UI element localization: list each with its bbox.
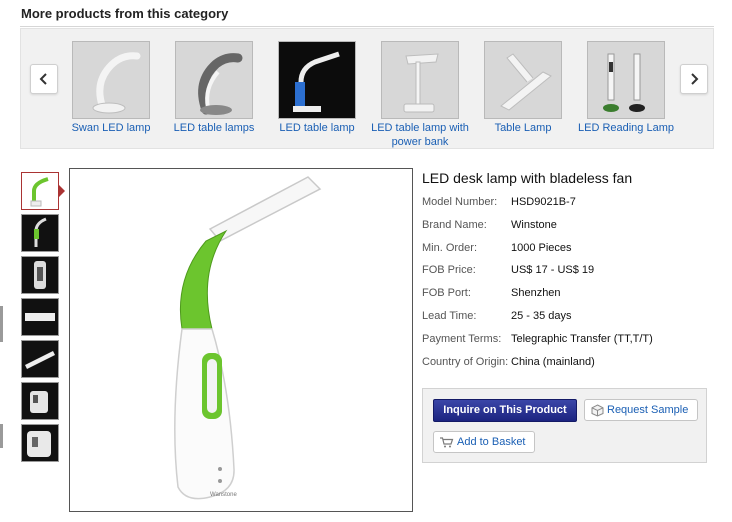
- main-product-image[interactable]: Wanstone: [69, 168, 413, 512]
- carousel-prev-button[interactable]: [30, 64, 58, 94]
- product-thumbnail[interactable]: [587, 41, 665, 119]
- product-thumbnail[interactable]: [381, 41, 459, 119]
- spec-label: Country of Origin:: [422, 356, 509, 368]
- product-thumbnail[interactable]: [72, 41, 150, 119]
- gallery-thumb-7[interactable]: [21, 424, 59, 462]
- selected-thumb-indicator: [59, 185, 65, 197]
- request-sample-button[interactable]: Request Sample: [584, 399, 698, 421]
- carousel-item-label[interactable]: Table Lamp: [468, 121, 578, 135]
- gallery-thumb-4[interactable]: [21, 298, 59, 336]
- carousel-item-led-table-lamps[interactable]: LED table lamps: [159, 41, 269, 135]
- svg-text:Wanstone: Wanstone: [210, 492, 237, 498]
- spec-label: Lead Time:: [422, 310, 477, 322]
- gallery-thumb-3[interactable]: [21, 256, 59, 294]
- spec-value: US$ 17 - US$ 19: [511, 264, 595, 276]
- gallery-thumb-2[interactable]: [21, 214, 59, 252]
- purchase-actions-panel: Inquire on This Product Request Sample A…: [422, 388, 707, 463]
- carousel-item-label[interactable]: Swan LED lamp: [56, 121, 166, 135]
- box-icon: [591, 404, 604, 417]
- page-edge-marker: [0, 306, 3, 342]
- spec-value: 1000 Pieces: [511, 242, 572, 254]
- spec-value: Winstone: [511, 219, 557, 231]
- spec-value: Telegraphic Transfer (TT,T/T): [511, 333, 653, 345]
- add-to-basket-button[interactable]: Add to Basket: [433, 431, 535, 453]
- spec-label: Min. Order:: [422, 242, 478, 254]
- chevron-left-icon: [39, 73, 47, 85]
- chevron-right-icon: [691, 73, 699, 85]
- spec-label: FOB Port:: [422, 287, 471, 299]
- add-to-basket-label: Add to Basket: [457, 436, 526, 448]
- section-title: More products from this category: [21, 6, 229, 21]
- carousel-item-label[interactable]: LED Reading Lamp: [571, 121, 681, 135]
- carousel-next-button[interactable]: [680, 64, 708, 94]
- spec-label: Model Number:: [422, 196, 498, 208]
- spec-label: FOB Price:: [422, 264, 476, 276]
- request-sample-label: Request Sample: [607, 404, 689, 416]
- gallery-thumb-1[interactable]: [21, 172, 59, 210]
- carousel-item-led-table-lamp-power-bank[interactable]: LED table lamp with power bank: [365, 41, 475, 149]
- spec-value: China (mainland): [511, 356, 595, 368]
- carousel-item-table-lamp[interactable]: Table Lamp: [468, 41, 578, 135]
- carousel-item-label[interactable]: LED table lamp with power bank: [365, 121, 475, 149]
- inquire-button[interactable]: Inquire on This Product: [433, 399, 577, 422]
- gallery-thumb-6[interactable]: [21, 382, 59, 420]
- related-products-carousel: Swan LED lamp LED table lamps LED table …: [20, 28, 714, 149]
- product-title: LED desk lamp with bladeless fan: [422, 170, 633, 186]
- product-thumbnail[interactable]: [278, 41, 356, 119]
- spec-label: Payment Terms:: [422, 333, 502, 345]
- carousel-item-led-reading-lamp[interactable]: LED Reading Lamp: [571, 41, 681, 135]
- carousel-item-swan-led-lamp[interactable]: Swan LED lamp: [56, 41, 166, 135]
- spec-value: 25 - 35 days: [511, 310, 572, 322]
- gallery-thumb-5[interactable]: [21, 340, 59, 378]
- page-edge-marker: [0, 424, 3, 448]
- carousel-item-led-table-lamp[interactable]: LED table lamp: [262, 41, 372, 135]
- spec-value: HSD9021B-7: [511, 196, 576, 208]
- product-thumbnail[interactable]: [175, 41, 253, 119]
- title-divider: [20, 26, 714, 27]
- carousel-item-label[interactable]: LED table lamp: [262, 121, 372, 135]
- basket-icon: [440, 437, 454, 448]
- spec-label: Brand Name:: [422, 219, 487, 231]
- product-thumbnail[interactable]: [484, 41, 562, 119]
- spec-value: Shenzhen: [511, 287, 561, 299]
- carousel-item-label[interactable]: LED table lamps: [159, 121, 269, 135]
